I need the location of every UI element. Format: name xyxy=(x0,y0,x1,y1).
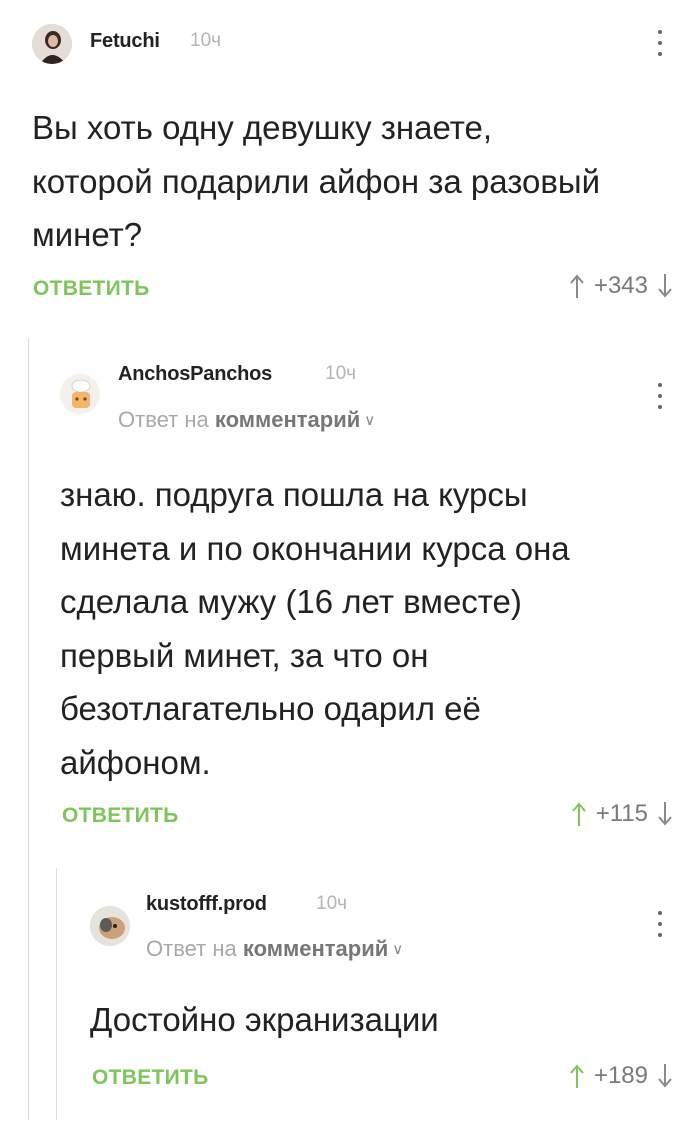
rating-value: +343 xyxy=(593,272,648,299)
comment-time: 10ч xyxy=(325,363,357,384)
comment-time: 10ч xyxy=(190,30,222,51)
author-name[interactable]: kustofff.prod xyxy=(146,893,267,916)
reply-to-target[interactable]: комментарий xyxy=(243,936,388,961)
reply-to-link[interactable]: Ответ на комментарий ∨ xyxy=(118,407,375,433)
avatar[interactable] xyxy=(90,906,130,946)
comment-body: знаю. подруга пошла на курсы минета и по… xyxy=(60,476,570,781)
chevron-down-icon[interactable]: ∨ xyxy=(392,941,403,958)
user-photo-icon xyxy=(90,906,130,946)
upvote-arrow-icon[interactable] xyxy=(571,801,586,827)
author-name[interactable]: AnchosPanchos xyxy=(118,363,272,386)
user-photo-icon xyxy=(32,24,72,64)
reply-button[interactable]: ОТВЕТИТЬ xyxy=(62,804,179,828)
more-options-icon[interactable] xyxy=(656,30,664,56)
thread-line[interactable] xyxy=(56,868,57,1120)
chevron-down-icon[interactable]: ∨ xyxy=(364,412,375,429)
reply-to-target[interactable]: комментарий xyxy=(215,407,360,432)
reply-to-prefix: Ответ на xyxy=(118,407,209,432)
thread-line[interactable] xyxy=(28,338,29,1120)
reply-to-link[interactable]: Ответ на комментарий ∨ xyxy=(146,936,403,962)
upvote-arrow-icon[interactable] xyxy=(570,1063,584,1089)
rating-value: +189 xyxy=(593,1062,648,1089)
reply-button[interactable]: ОТВЕТИТЬ xyxy=(33,277,150,301)
rating-controls: +343 xyxy=(570,272,672,300)
rating-value: +115 xyxy=(595,800,648,827)
avatar[interactable] xyxy=(60,374,100,414)
rating-controls: +189 xyxy=(570,1062,672,1090)
downvote-arrow-icon[interactable] xyxy=(658,801,672,827)
rating-controls: +115 xyxy=(571,800,672,828)
more-options-icon[interactable] xyxy=(656,911,664,937)
comment-body: Достойно экранизации xyxy=(90,1001,439,1038)
chef-avatar-icon xyxy=(60,374,100,414)
reply-button[interactable]: ОТВЕТИТЬ xyxy=(92,1066,209,1090)
reply-to-prefix: Ответ на xyxy=(146,936,237,961)
more-options-icon[interactable] xyxy=(656,383,664,409)
author-name[interactable]: Fetuchi xyxy=(90,30,160,53)
upvote-arrow-icon[interactable] xyxy=(570,273,584,299)
comment-time: 10ч xyxy=(316,893,348,914)
downvote-arrow-icon[interactable] xyxy=(658,273,672,299)
comment-body: Вы хоть одну девушку знаете, которой под… xyxy=(32,109,601,253)
downvote-arrow-icon[interactable] xyxy=(658,1063,672,1089)
avatar[interactable] xyxy=(32,24,72,64)
